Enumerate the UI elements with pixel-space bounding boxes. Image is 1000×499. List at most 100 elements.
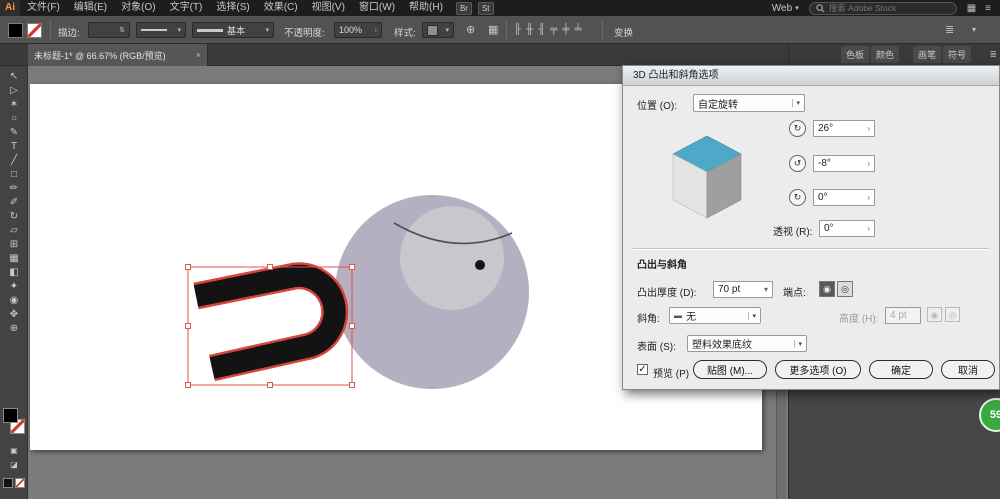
document-tab[interactable]: 未标题-1* @ 66.67% (RGB/预览) × [28, 44, 208, 66]
pen-tool[interactable]: ✎ [0, 126, 28, 140]
opacity-field[interactable]: 100% › [334, 22, 382, 38]
scale-tool[interactable]: ▱ [0, 224, 28, 238]
align-center-h-icon[interactable]: ╫ [526, 24, 533, 35]
chevron-right-icon: › [867, 224, 870, 233]
rotation-cube-preview[interactable] [651, 126, 755, 226]
paintbrush-tool[interactable]: ✏ [0, 182, 28, 196]
collapse-chevron-icon[interactable]: ▾ [972, 24, 976, 36]
menu-type[interactable]: 文字(T) [163, 0, 210, 16]
shape-builder-tool[interactable]: ⊞ [0, 238, 28, 252]
magic-wand-tool[interactable]: ✶ [0, 98, 28, 112]
surface-dropdown[interactable]: 塑料效果底纹 ▾ [687, 335, 807, 352]
transform-label[interactable]: 变换 [614, 25, 633, 39]
lasso-tool[interactable]: ○ [0, 112, 28, 126]
chevron-right-icon: › [867, 193, 870, 202]
style-dropdown[interactable]: ▾ [422, 22, 454, 38]
variable-width-dropdown[interactable]: ▾ [136, 22, 186, 38]
notification-badge[interactable]: 59 [979, 398, 1000, 432]
menu-view[interactable]: 视图(V) [305, 0, 352, 16]
dock-tab-色板[interactable]: 色板 [841, 46, 870, 63]
none-swatch[interactable] [15, 478, 25, 488]
rotate-y-icon[interactable]: ↺ [789, 155, 806, 172]
line-segment-tool[interactable]: ╱ [0, 154, 28, 168]
menu-object[interactable]: 对象(O) [114, 0, 162, 16]
draw-behind-icon[interactable]: ◪ [0, 458, 28, 472]
menu-file[interactable]: 文件(F) [20, 0, 67, 16]
preferences-grid-icon[interactable]: ▦ [488, 24, 498, 36]
rotate-z-icon[interactable]: ↻ [789, 189, 806, 206]
preview-checkbox[interactable]: ✓ [637, 364, 648, 375]
rotate-x-field[interactable]: 26° › [813, 120, 875, 137]
align-top-icon[interactable]: ╤ [550, 24, 557, 35]
chevron-down-icon: ▾ [177, 27, 181, 34]
fill-swatch[interactable] [8, 23, 23, 38]
blend-tool[interactable]: ◉ [0, 294, 28, 308]
stock-search[interactable] [808, 1, 957, 15]
surface-value: 塑料效果底纹 [692, 340, 752, 351]
zoom-tool[interactable]: ⊕ [0, 322, 28, 336]
rectangle-tool[interactable]: □ [0, 168, 28, 182]
color-mode-swatch[interactable] [3, 478, 13, 488]
rotate-z-field[interactable]: 0° › [813, 189, 875, 206]
mesh-tool[interactable]: ▦ [0, 252, 28, 266]
pencil-tool[interactable]: ✐ [0, 196, 28, 210]
bevel-dropdown[interactable]: ▬ 无 ▾ [669, 307, 761, 324]
menu-effect[interactable]: 效果(C) [257, 0, 305, 16]
dock-tab-符号[interactable]: 符号 [943, 46, 972, 63]
document-setup-icon[interactable]: ⊕ [466, 24, 475, 36]
rotate-x-value: 26° [818, 123, 834, 134]
face-shape[interactable] [400, 206, 504, 310]
fill-color-swatch[interactable] [3, 408, 18, 423]
stepper-arrows-icon: ⇅ [119, 27, 125, 34]
position-dropdown[interactable]: 自定旋转 ▾ [693, 94, 805, 112]
ok-button[interactable]: 确定 [869, 360, 933, 379]
eyedropper-tool[interactable]: ✦ [0, 280, 28, 294]
align-left-icon[interactable]: ╟ [514, 24, 521, 35]
stock-button[interactable]: St [477, 1, 494, 15]
align-bottom-icon[interactable]: ╧ [574, 24, 581, 35]
extrude-depth-field[interactable]: 70 pt ▾ [713, 281, 773, 298]
extrude-bevel-section-label: 凸出与斜角 [637, 260, 687, 271]
stroke-profile-icon [141, 29, 167, 31]
dialog-title[interactable]: 3D 凸出和斜角选项 [623, 66, 999, 86]
workspace-label: Web [771, 2, 793, 14]
chevron-down-icon: ▾ [794, 339, 802, 348]
dock-tab-画笔[interactable]: 画笔 [913, 46, 942, 63]
rotate-x-icon[interactable]: ↻ [789, 120, 806, 137]
eye-dot[interactable] [475, 260, 485, 270]
more-options-button[interactable]: 更多选项 (O) [775, 360, 861, 379]
align-right-icon[interactable]: ╢ [538, 24, 545, 35]
app-menu-icon[interactable]: ≡ [985, 3, 991, 14]
type-tool[interactable]: T [0, 140, 28, 154]
perspective-field[interactable]: 0° › [819, 220, 875, 237]
draw-normal-icon[interactable]: ▣ [0, 444, 28, 458]
cap-solid-button[interactable]: ◉ [819, 281, 835, 297]
menu-help[interactable]: 帮助(H) [402, 0, 450, 16]
dock-tab-颜色[interactable]: 颜色 [871, 46, 900, 63]
cap-hollow-button[interactable]: ◎ [837, 281, 853, 297]
align-middle-icon[interactable]: ╪ [562, 24, 569, 35]
menu-select[interactable]: 选择(S) [209, 0, 256, 16]
bridge-button[interactable]: Br [455, 1, 472, 15]
chevron-down-icon: ▾ [792, 99, 800, 107]
workspace-switcher[interactable]: Web ▾ [772, 3, 799, 14]
stroke-swatch[interactable] [27, 23, 42, 38]
map-art-button[interactable]: 贴图 (M)... [693, 360, 767, 379]
rotate-y-field[interactable]: -8° › [813, 155, 875, 172]
dock-collapse-icon[interactable]: ≣ [989, 49, 997, 60]
direct-selection-tool[interactable]: ▷ [0, 84, 28, 98]
bevel-label: 斜角: [637, 314, 660, 325]
arrange-documents-icon[interactable]: ▦ [967, 3, 976, 14]
hand-tool[interactable]: ✥ [0, 308, 28, 322]
stroke-weight-stepper[interactable]: ⇅ [88, 22, 130, 38]
panel-options-icon[interactable]: ≣ [945, 24, 954, 36]
close-tab-icon[interactable]: × [196, 50, 201, 60]
menu-window[interactable]: 窗口(W) [352, 0, 402, 16]
menu-edit[interactable]: 编辑(E) [67, 0, 114, 16]
search-input[interactable] [828, 3, 949, 13]
brush-definition-dropdown[interactable]: 基本 ▾ [192, 22, 274, 38]
selection-tool[interactable]: ↖ [0, 70, 28, 84]
gradient-tool[interactable]: ◧ [0, 266, 28, 280]
rotate-tool[interactable]: ↻ [0, 210, 28, 224]
cancel-button[interactable]: 取消 [941, 360, 995, 379]
